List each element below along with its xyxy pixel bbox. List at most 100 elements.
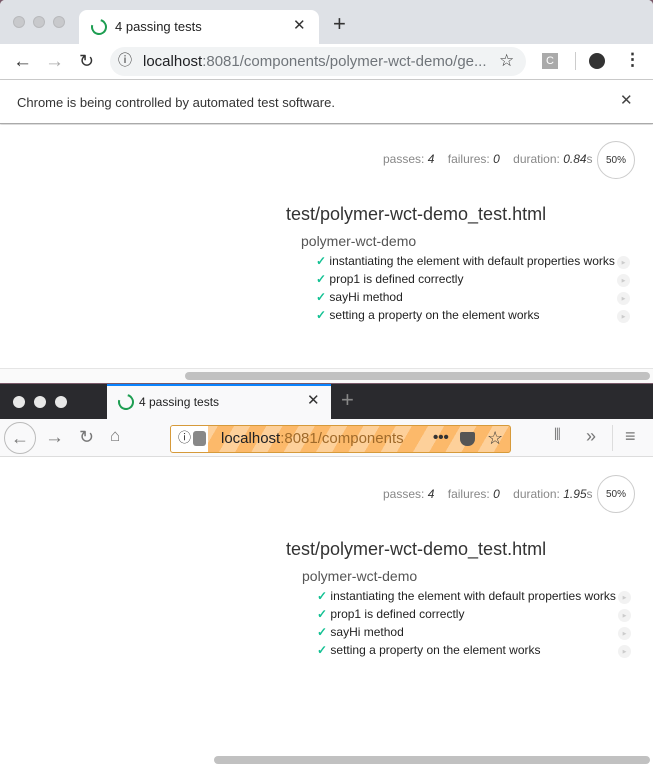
- test-item[interactable]: ✓ prop1 is defined correctly: [317, 607, 464, 621]
- passes-label: passes:: [383, 487, 425, 501]
- horizontal-scrollbar-track: [0, 368, 653, 383]
- check-icon: ✓: [316, 272, 327, 286]
- close-window-button[interactable]: [13, 396, 25, 408]
- replay-button[interactable]: ▶: [618, 609, 631, 622]
- test-item[interactable]: ✓ setting a property on the element work…: [317, 643, 541, 657]
- tab-active[interactable]: 4 passing tests ✕: [79, 10, 319, 44]
- tab-title: 4 passing tests: [139, 395, 220, 409]
- suite-title[interactable]: polymer-wct-demo: [302, 568, 417, 584]
- test-file-title[interactable]: test/polymer-wct-demo_test.html: [286, 539, 546, 560]
- forward-icon[interactable]: →: [45, 428, 64, 447]
- forward-icon[interactable]: →: [45, 52, 64, 71]
- test-stats: passes: 4 failures: 0 duration: 1.95s: [383, 487, 593, 501]
- test-name: instantiating the element with default p…: [329, 254, 615, 268]
- minimize-window-button[interactable]: [34, 396, 46, 408]
- check-icon: ✓: [316, 290, 327, 304]
- test-item[interactable]: ✓ instantiating the element with default…: [316, 254, 615, 268]
- passes-count: 4: [427, 487, 435, 501]
- tab-active[interactable]: 4 passing tests ✕: [107, 384, 331, 419]
- test-name: prop1 is defined correctly: [330, 607, 465, 621]
- replay-button[interactable]: ▶: [617, 274, 630, 287]
- duration-label: duration:: [513, 152, 560, 166]
- replay-button[interactable]: ▶: [617, 292, 630, 305]
- toolbar-divider: [575, 52, 576, 70]
- info-icon[interactable]: ⓘ: [178, 431, 191, 444]
- check-icon: ✓: [317, 607, 328, 621]
- check-icon: ✓: [316, 254, 327, 268]
- infobar-close-icon[interactable]: ✕: [620, 93, 633, 108]
- profile-icon[interactable]: [589, 53, 605, 69]
- check-icon: ✓: [317, 625, 328, 639]
- replay-button[interactable]: ▶: [617, 256, 630, 269]
- test-name: sayHi method: [329, 290, 403, 304]
- library-icon[interactable]: ⫴: [554, 428, 561, 444]
- test-name: setting a property on the element works: [329, 308, 540, 322]
- overflow-chevron-icon[interactable]: »: [586, 427, 596, 445]
- progress-circle: 50%: [597, 141, 635, 179]
- failures-count: 0: [493, 152, 500, 166]
- loading-spinner-icon: [115, 391, 137, 413]
- maximize-window-button[interactable]: [55, 396, 67, 408]
- page-content: passes: 4 failures: 0 duration: 1.95s 50…: [0, 458, 653, 768]
- close-tab-icon[interactable]: ✕: [293, 18, 306, 33]
- test-file-title[interactable]: test/polymer-wct-demo_test.html: [286, 204, 546, 225]
- test-name: sayHi method: [330, 625, 404, 639]
- back-button[interactable]: ←: [4, 422, 36, 454]
- progress-circle: 50%: [597, 475, 635, 513]
- test-item[interactable]: ✓ sayHi method: [317, 625, 404, 639]
- reload-icon[interactable]: ↻: [79, 428, 94, 446]
- replay-button[interactable]: ▶: [618, 645, 631, 658]
- identity-box[interactable]: ⓘ: [171, 426, 208, 452]
- test-item[interactable]: ✓ prop1 is defined correctly: [316, 272, 463, 286]
- duration-value: 0.84: [563, 152, 587, 166]
- bookmark-star-icon[interactable]: ☆: [499, 52, 514, 69]
- horizontal-scrollbar[interactable]: [214, 756, 650, 764]
- bookmark-star-icon[interactable]: ☆: [487, 429, 503, 447]
- suite-title[interactable]: polymer-wct-demo: [301, 233, 416, 249]
- url-path: :8081/components: [280, 430, 404, 447]
- url-text[interactable]: localhost:8081/components/polymer-wct-de…: [143, 53, 487, 70]
- info-icon[interactable]: ⓘ: [118, 53, 132, 67]
- extension-icon[interactable]: C: [542, 53, 558, 69]
- robot-automation-icon: [193, 431, 206, 446]
- reload-icon[interactable]: ↻: [79, 52, 94, 70]
- url-host: localhost: [221, 430, 281, 447]
- horizontal-scrollbar[interactable]: [185, 372, 650, 380]
- duration-label: duration:: [513, 487, 560, 501]
- minimize-window-button[interactable]: [33, 16, 45, 28]
- duration-value: 1.95: [563, 487, 587, 501]
- page-content: passes: 4 failures: 0 duration: 0.84s 50…: [0, 125, 653, 383]
- test-item[interactable]: ✓ setting a property on the element work…: [316, 308, 540, 322]
- url-text[interactable]: localhost:8081/components: [221, 430, 404, 447]
- new-tab-button[interactable]: +: [341, 389, 354, 411]
- test-name: instantiating the element with default p…: [330, 589, 616, 603]
- tab-title: 4 passing tests: [115, 19, 202, 34]
- back-icon[interactable]: ←: [13, 52, 32, 71]
- replay-button[interactable]: ▶: [617, 310, 630, 323]
- test-item[interactable]: ✓ sayHi method: [316, 290, 403, 304]
- test-item[interactable]: ✓ instantiating the element with default…: [317, 589, 616, 603]
- new-tab-button[interactable]: +: [333, 13, 346, 35]
- address-bar[interactable]: ⓘ localhost:8081/components/polymer-wct-…: [110, 47, 526, 76]
- menu-icon[interactable]: ⋮: [624, 51, 641, 68]
- url-host: localhost: [143, 53, 203, 70]
- home-icon[interactable]: ⌂: [110, 427, 120, 444]
- hamburger-menu-icon[interactable]: ≡: [625, 427, 636, 445]
- test-stats: passes: 4 failures: 0 duration: 0.84s: [383, 152, 593, 166]
- toolbar-divider: [612, 425, 613, 451]
- pocket-icon[interactable]: [460, 432, 475, 446]
- replay-button[interactable]: ▶: [618, 591, 631, 604]
- check-icon: ✓: [317, 643, 328, 657]
- failures-count: 0: [493, 487, 500, 501]
- close-window-button[interactable]: [13, 16, 25, 28]
- close-tab-icon[interactable]: ✕: [307, 393, 320, 408]
- test-name: setting a property on the element works: [330, 643, 541, 657]
- page-actions-icon[interactable]: •••: [433, 430, 449, 445]
- maximize-window-button[interactable]: [53, 16, 65, 28]
- passes-label: passes:: [383, 152, 425, 166]
- replay-button[interactable]: ▶: [618, 627, 631, 640]
- check-icon: ✓: [316, 308, 327, 322]
- failures-label: failures:: [447, 487, 490, 501]
- address-bar[interactable]: ⓘ localhost:8081/components ••• ☆: [170, 425, 511, 453]
- duration-unit: s: [586, 152, 593, 166]
